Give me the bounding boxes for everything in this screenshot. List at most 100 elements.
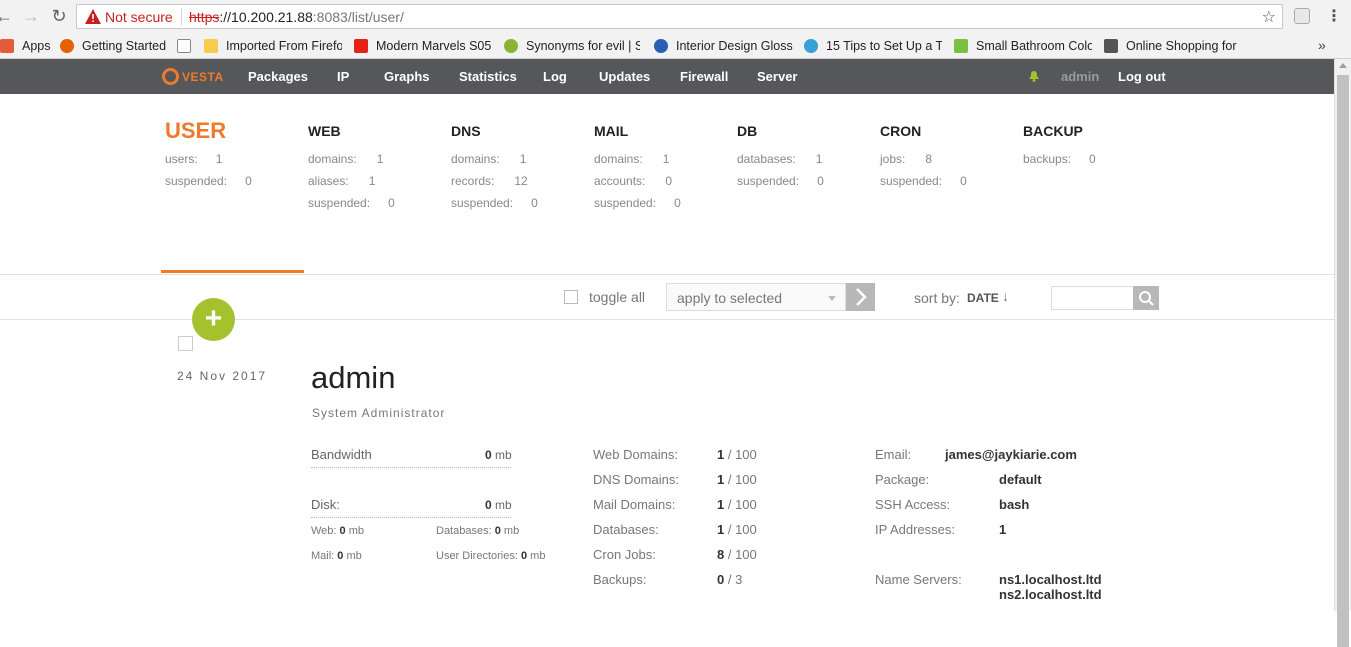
stats-backup-panel[interactable]: BACKUP backups: 0 <box>1023 118 1096 170</box>
stat-users: users: 1 <box>165 148 252 170</box>
package-label: Package: <box>875 472 930 487</box>
divider <box>0 274 1334 275</box>
nav-log[interactable]: Log <box>543 69 567 84</box>
scroll-up-arrow-icon[interactable] <box>1339 63 1347 68</box>
page-scrollbar[interactable] <box>1334 59 1351 647</box>
bookmark-15-tips[interactable]: 15 Tips to Set Up a Tr <box>804 37 942 55</box>
bookmark-getting-started[interactable]: Getting Started <box>60 37 170 55</box>
url-separator <box>181 8 182 25</box>
bookmark-online-shopping[interactable]: Online Shopping for <box>1104 37 1244 55</box>
scrollbar-thumb[interactable] <box>1337 75 1349 647</box>
bookmark-synonyms[interactable]: Synonyms for evil | Sy <box>504 37 640 55</box>
bookmark-label: Interior Design Gloss <box>676 39 793 53</box>
stats-dns-panel[interactable]: DNS domains: 1 records: 12 suspended: 0 <box>451 118 538 214</box>
email-label: Email: <box>875 447 912 462</box>
stats-mail-title[interactable]: MAIL <box>594 118 681 144</box>
sort-direction-icon[interactable]: ↓ <box>1002 288 1009 304</box>
current-user-link[interactable]: admin <box>1061 69 1099 84</box>
bookmarks-more-icon[interactable]: » <box>1318 37 1326 53</box>
bookmark-label: Small Bathroom Colo <box>976 39 1092 53</box>
stats-backup-title[interactable]: BACKUP <box>1023 118 1096 144</box>
unit-label: mb <box>530 550 546 562</box>
q-icon <box>654 39 668 53</box>
bulk-action-select[interactable]: apply to selected <box>666 283 846 311</box>
active-tab-indicator <box>161 270 304 273</box>
nav-updates[interactable]: Updates <box>599 69 650 84</box>
forward-arrow-icon[interactable]: → <box>21 6 41 26</box>
bookmark-apps[interactable]: Apps <box>0 37 60 55</box>
disk-label: Disk: <box>311 497 340 512</box>
stat-suspended: suspended: 0 <box>451 192 538 214</box>
stat-label: domains: <box>451 152 500 166</box>
stats-user-panel[interactable]: USER users: 1 suspended: 0 <box>165 118 252 192</box>
stat-domains: domains: 1 <box>308 148 395 170</box>
bookmark-label: Apps <box>22 39 51 53</box>
stat-label: suspended: <box>594 196 657 210</box>
stat-value: 0 <box>665 174 673 188</box>
unit-label: mb <box>503 525 520 537</box>
toggle-all-label[interactable]: toggle all <box>589 289 645 305</box>
limit-max: / 100 <box>724 522 757 537</box>
bookmark-star-icon[interactable]: ☆ <box>1262 7 1276 27</box>
vesta-logo[interactable]: VESTA <box>162 68 224 85</box>
nav-packages[interactable]: Packages <box>248 69 308 84</box>
stat-label: databases: <box>737 152 796 166</box>
browser-menu-icon[interactable]: ⋮ <box>1326 6 1342 26</box>
url-path: :8083/list/user/ <box>312 9 404 25</box>
small-value: 0 <box>520 550 528 562</box>
stat-label: suspended: <box>308 196 371 210</box>
bookmark-page[interactable] <box>177 37 197 55</box>
nav-firewall[interactable]: Firewall <box>680 69 728 84</box>
bookmark-imported-from-firefox[interactable]: Imported From Firefo <box>204 37 342 55</box>
row-select-checkbox[interactable] <box>178 336 193 351</box>
add-user-button[interactable]: + <box>192 298 235 341</box>
url-text[interactable]: https://10.200.21.88:8083/list/user/ <box>189 9 404 25</box>
stats-web-panel[interactable]: WEB domains: 1 aliases: 1 suspended: 0 <box>308 118 395 214</box>
bookmark-modern-marvels[interactable]: Modern Marvels S05 <box>354 37 492 55</box>
nav-ip[interactable]: IP <box>337 69 349 84</box>
stats-cron-panel[interactable]: CRON jobs: 8 suspended: 0 <box>880 118 967 192</box>
youtube-icon <box>354 39 368 53</box>
ip-addresses-label: IP Addresses: <box>875 522 955 537</box>
small-label: Web: <box>311 525 337 537</box>
name-servers-label: Name Servers: <box>875 572 962 587</box>
stats-db-title[interactable]: DB <box>737 118 824 144</box>
bandwidth-number: 0 <box>485 448 492 462</box>
stat-domains: domains: 1 <box>594 148 681 170</box>
back-arrow-icon[interactable]: ← <box>0 6 14 26</box>
logout-link[interactable]: Log out <box>1118 69 1166 84</box>
stat-label: suspended: <box>451 196 514 210</box>
limit-dns-domains-label: DNS Domains: <box>593 472 679 487</box>
stats-mail-panel[interactable]: MAIL domains: 1 accounts: 0 suspended: 0 <box>594 118 681 214</box>
stats-db-panel[interactable]: DB databases: 1 suspended: 0 <box>737 118 824 192</box>
extension-icon[interactable] <box>1294 8 1310 24</box>
stat-label: domains: <box>594 152 643 166</box>
nav-statistics[interactable]: Statistics <box>459 69 517 84</box>
bookmark-small-bathroom[interactable]: Small Bathroom Colo <box>954 37 1092 55</box>
nav-server[interactable]: Server <box>757 69 797 84</box>
stat-suspended: suspended: 0 <box>165 170 252 192</box>
ssh-access-value: bash <box>999 497 1030 512</box>
user-name[interactable]: admin <box>311 360 395 396</box>
search-input[interactable] <box>1051 286 1135 310</box>
bookmark-interior-design[interactable]: Interior Design Gloss <box>654 37 794 55</box>
stats-dns-title[interactable]: DNS <box>451 118 538 144</box>
limit-mail-domains-value: 1 / 100 <box>717 497 757 512</box>
stats-web-title[interactable]: WEB <box>308 118 395 144</box>
package-value: default <box>999 472 1042 487</box>
stats-cron-title[interactable]: CRON <box>880 118 967 144</box>
apply-button[interactable] <box>846 283 875 311</box>
search-button[interactable] <box>1133 286 1159 310</box>
stats-user-title[interactable]: USER <box>165 118 252 144</box>
not-secure-label[interactable]: Not secure <box>105 9 173 25</box>
limit-backups-value: 0 / 3 <box>717 572 742 587</box>
stat-value: 1 <box>519 152 527 166</box>
toggle-all-checkbox[interactable] <box>564 290 578 304</box>
sort-by-value[interactable]: DATE <box>967 291 999 305</box>
logo-ring-icon <box>162 68 179 85</box>
bell-icon[interactable] <box>1029 71 1039 82</box>
logo-text: VESTA <box>182 69 224 84</box>
reload-icon[interactable]: ↻ <box>49 6 69 26</box>
address-bar[interactable]: Not secure https://10.200.21.88:8083/lis… <box>76 4 1283 29</box>
nav-graphs[interactable]: Graphs <box>384 69 430 84</box>
